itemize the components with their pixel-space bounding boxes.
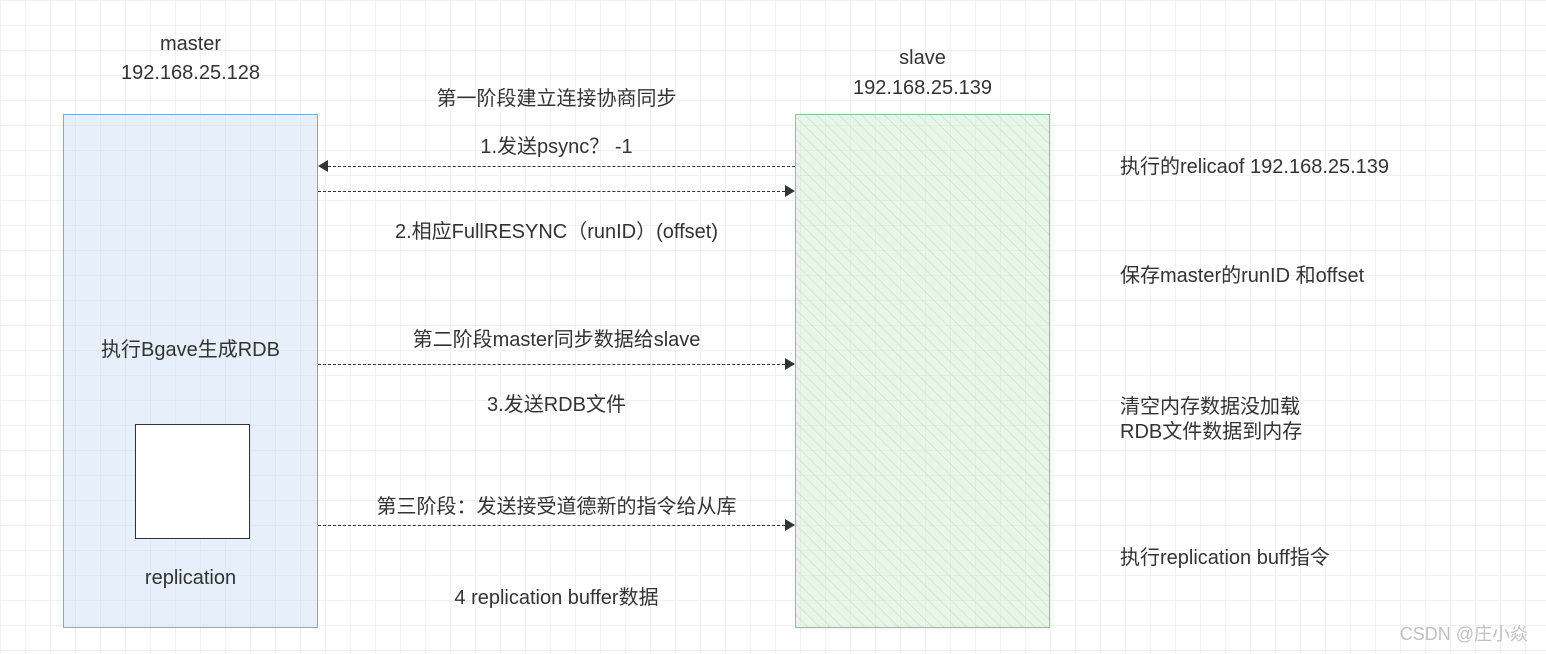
step2-label: 2.相应FullRESYNC（runID）(offset): [318, 215, 795, 244]
phase2-title: 第二阶段master同步数据给slave: [318, 323, 795, 352]
arrow-phase3: [318, 525, 785, 526]
slave-ip: 192.168.25.139: [795, 77, 1050, 100]
arrow-resp1: [318, 191, 785, 192]
note3-line2: RDB文件数据到内存: [1120, 415, 1302, 444]
watermark: CSDN @庄小焱: [1400, 620, 1528, 646]
master-title: master: [63, 33, 318, 56]
arrow-head-step1: [318, 160, 328, 172]
note2: 保存master的runID 和offset: [1120, 259, 1364, 288]
arrow-head-phase2: [785, 358, 795, 370]
phase3-title: 第三阶段：发送接受道德新的指令给从库: [318, 490, 795, 519]
step4-label: 4 replication buffer数据: [318, 581, 795, 610]
note4: 执行replication buff指令: [1120, 541, 1330, 570]
step1-label: 1.发送psync？ -1: [318, 130, 795, 159]
arrow-head-phase3: [785, 519, 795, 531]
slave-title: slave: [795, 47, 1050, 70]
master-ip: 192.168.25.128: [63, 62, 318, 85]
arrow-phase2: [318, 364, 785, 365]
inner-buffer-box: [135, 424, 250, 539]
arrow-step1: [328, 166, 795, 167]
arrow-head-resp1: [785, 185, 795, 197]
slave-box: [795, 114, 1050, 628]
phase1-title: 第一阶段建立连接协商同步: [318, 82, 795, 111]
replication-label: replication: [64, 567, 317, 590]
master-box: 执行Bgave生成RDB replication: [63, 114, 318, 628]
note1: 执行的relicaof 192.168.25.139: [1120, 150, 1389, 179]
bgsave-label: 执行Bgave生成RDB: [64, 333, 317, 362]
step3-label: 3.发送RDB文件: [318, 388, 795, 417]
